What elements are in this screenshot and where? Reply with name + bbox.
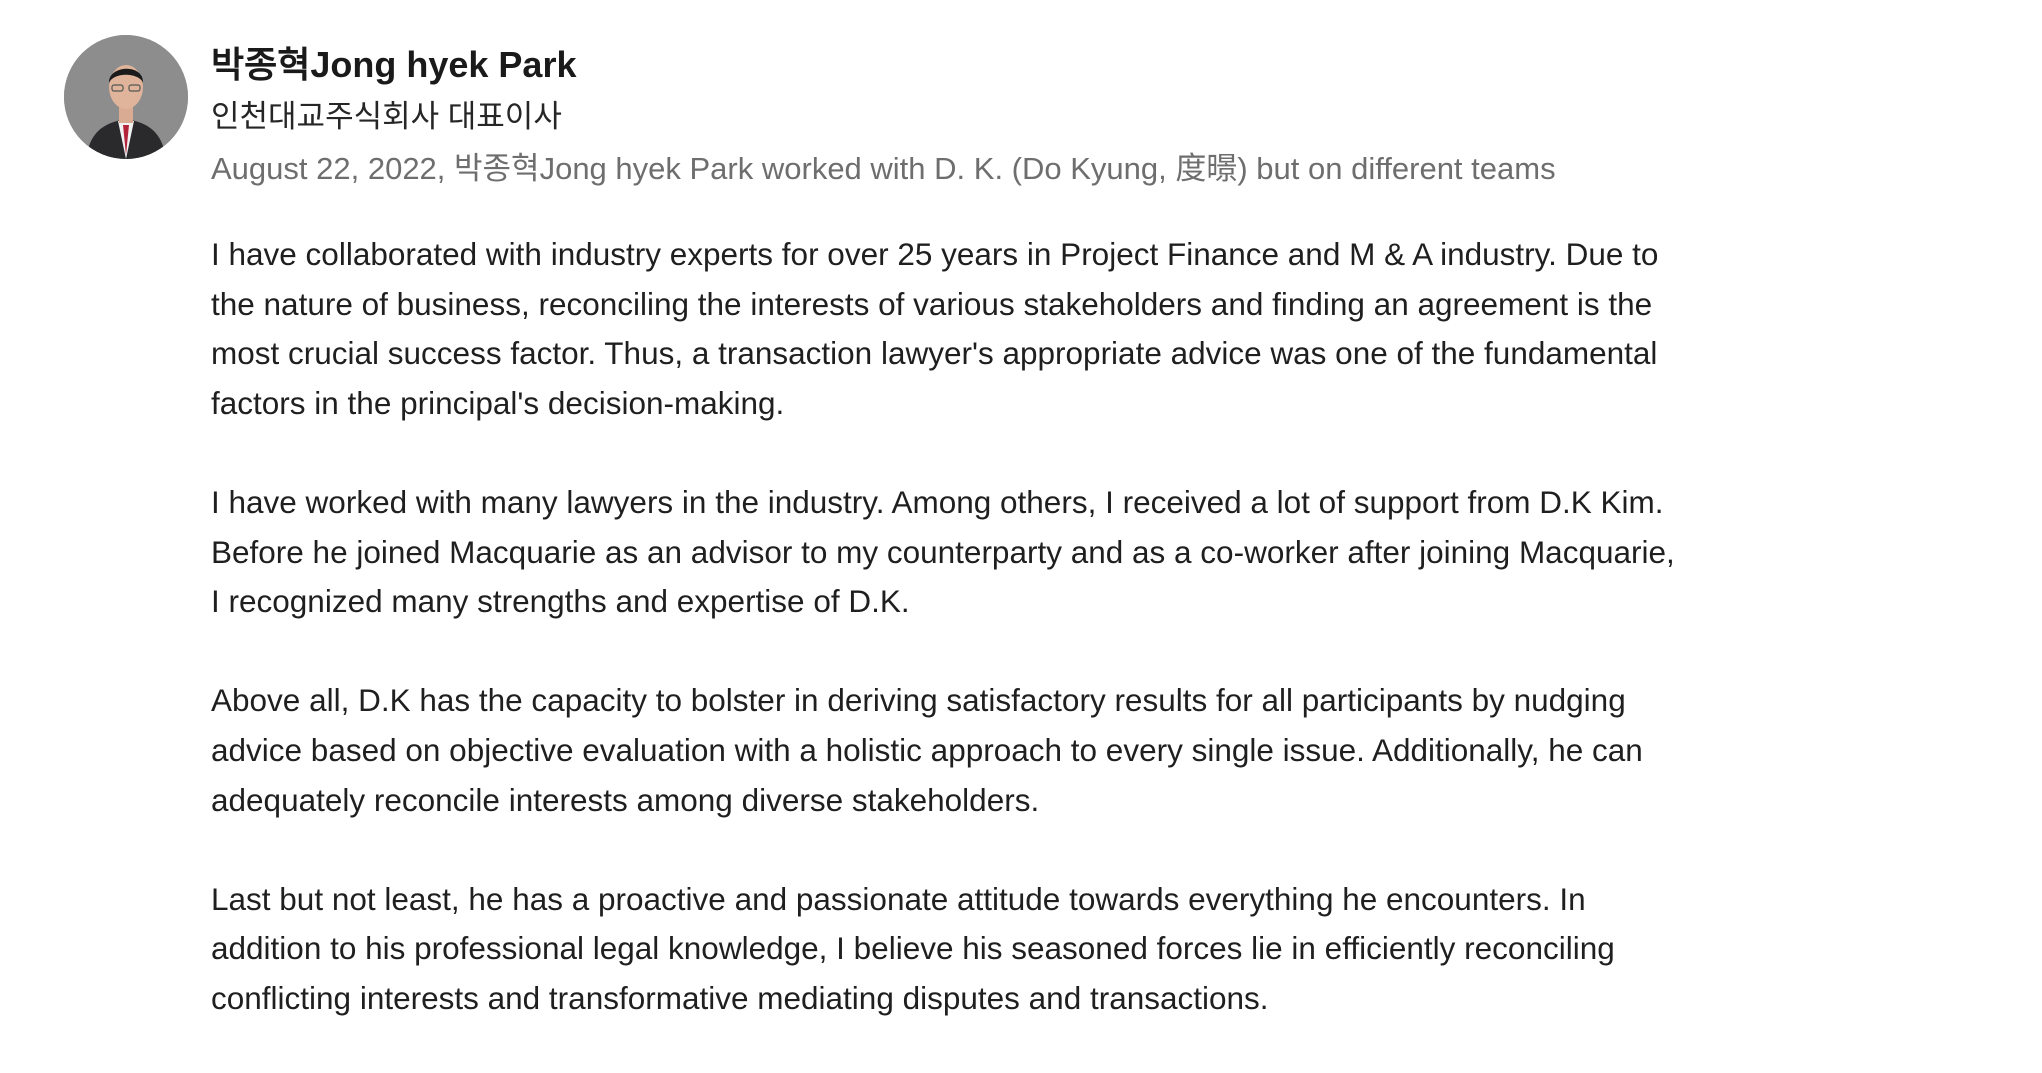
recommendation-paragraph: I have worked with many lawyers in the i… [211,478,2011,627]
profile-photo-icon [64,35,188,159]
text-line: advice based on objective evaluation wit… [211,731,1643,768]
author-avatar[interactable] [64,35,188,159]
recommendation-text: I have collaborated with industry expert… [211,230,2011,1073]
text-line: I recognized many strengths and expertis… [211,583,910,620]
text-line: adequately reconcile interests among div… [211,781,1040,818]
text-line: Last but not least, he has a proactive a… [211,880,1586,917]
recommendation-paragraph: I have collaborated with industry expert… [211,230,2011,428]
text-line: Before he joined Macquarie as an advisor… [211,533,1675,570]
recommendation-meta: August 22, 2022, 박종혁Jong hyek Park worke… [211,151,1556,186]
recommendation-paragraph: Above all, D.K has the capacity to bolst… [211,676,2011,825]
text-line: the nature of business, reconciling the … [211,285,1653,322]
text-line: factors in the principal's decision-maki… [211,384,785,421]
text-line: I have collaborated with industry expert… [211,236,1659,272]
text-line: I have worked with many lawyers in the i… [211,483,1664,520]
text-line: conflicting interests and transformative… [211,979,1269,1016]
author-name[interactable]: 박종혁Jong hyek Park [211,40,1556,90]
text-line: addition to his professional legal knowl… [211,930,1615,967]
text-line: most crucial success factor. Thus, a tra… [211,335,1658,372]
author-headline: 인천대교주식회사 대표이사 [211,99,562,134]
recommendation-header: 박종혁Jong hyek Park 인천대교주식회사 대표이사 August 2… [211,40,1556,194]
recommendation-paragraph: Last but not least, he has a proactive a… [211,875,2011,1024]
text-line: Above all, D.K has the capacity to bolst… [211,682,1626,719]
